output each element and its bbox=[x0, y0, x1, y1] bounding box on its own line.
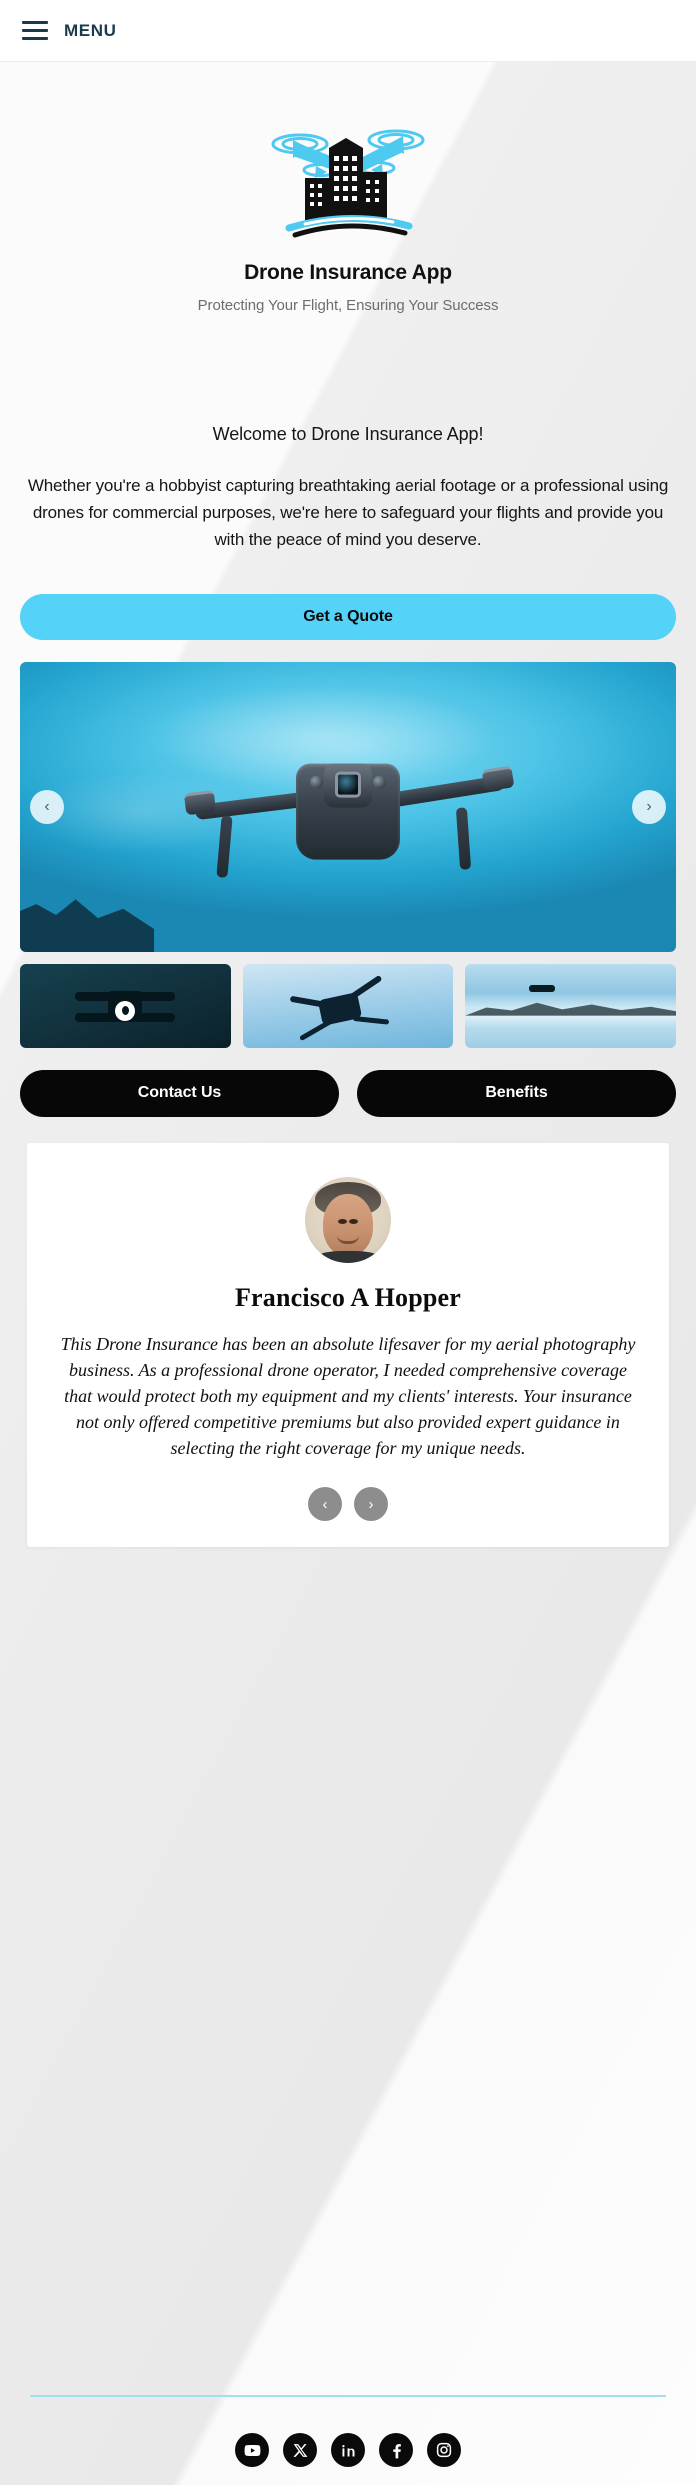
carousel-section: ‹ › bbox=[0, 640, 696, 952]
youtube-icon[interactable] bbox=[235, 2433, 269, 2467]
testimonial-prev-button[interactable]: ‹ bbox=[308, 1487, 342, 1522]
get-a-quote-button[interactable]: Get a Quote bbox=[20, 593, 676, 640]
footer-divider bbox=[30, 2395, 666, 2397]
brand-tagline: Protecting Your Flight, Ensuring Your Su… bbox=[197, 297, 499, 314]
menu-label[interactable]: MENU bbox=[64, 21, 116, 41]
cta-section: Get a Quote bbox=[0, 554, 696, 640]
carousel-thumbnails bbox=[0, 952, 696, 1048]
thumbnail-3[interactable] bbox=[465, 963, 677, 1048]
testimonial-quote: This Drone Insurance has been an absolut… bbox=[60, 1333, 636, 1458]
drone-illustration bbox=[183, 719, 515, 909]
page-title: Drone Insurance App bbox=[244, 261, 452, 284]
instagram-icon[interactable] bbox=[427, 2433, 461, 2467]
carousel-prev-button[interactable]: ‹ bbox=[30, 789, 64, 824]
contact-us-button[interactable]: Contact Us bbox=[20, 1069, 339, 1117]
app-header: MENU bbox=[0, 0, 696, 62]
intro-heading: Welcome to Drone Insurance App! bbox=[212, 424, 484, 444]
intro-body: Whether you're a hobbyist capturing brea… bbox=[27, 476, 669, 549]
hamburger-icon[interactable] bbox=[22, 21, 48, 40]
brand-block: Drone Insurance App Protecting Your Flig… bbox=[0, 62, 696, 314]
facebook-icon[interactable] bbox=[379, 2433, 413, 2467]
benefits-button[interactable]: Benefits bbox=[357, 1069, 676, 1117]
carousel-main-image[interactable]: ‹ › bbox=[20, 661, 676, 952]
user-avatar-photo bbox=[305, 1176, 391, 1263]
carousel-next-button[interactable]: › bbox=[632, 789, 666, 824]
testimonial-card: Francisco A Hopper This Drone Insurance … bbox=[27, 1142, 669, 1548]
testimonial-section: Francisco A Hopper This Drone Insurance … bbox=[0, 1117, 696, 1548]
social-links bbox=[0, 2433, 696, 2467]
testimonial-next-button[interactable]: › bbox=[354, 1487, 388, 1522]
x-icon[interactable] bbox=[283, 2433, 317, 2467]
app-footer bbox=[0, 2395, 696, 2485]
secondary-button-row: Contact Us Benefits bbox=[0, 1048, 696, 1117]
drone-city-logo-svg bbox=[271, 129, 425, 238]
thumbnail-1-badge bbox=[115, 1000, 136, 1021]
page-root: MENU Drone Insurance App Protecting Your… bbox=[0, 0, 696, 2485]
drone-city-logo bbox=[253, 104, 443, 239]
intro-section: Welcome to Drone Insurance App! Whether … bbox=[0, 314, 696, 554]
thumbnail-1[interactable] bbox=[20, 963, 231, 1048]
testimonial-author-name: Francisco A Hopper bbox=[234, 1282, 462, 1312]
thumbnail-2[interactable] bbox=[242, 963, 454, 1048]
linkedin-icon[interactable] bbox=[331, 2433, 365, 2467]
testimonial-nav: ‹ › bbox=[53, 1487, 643, 1522]
